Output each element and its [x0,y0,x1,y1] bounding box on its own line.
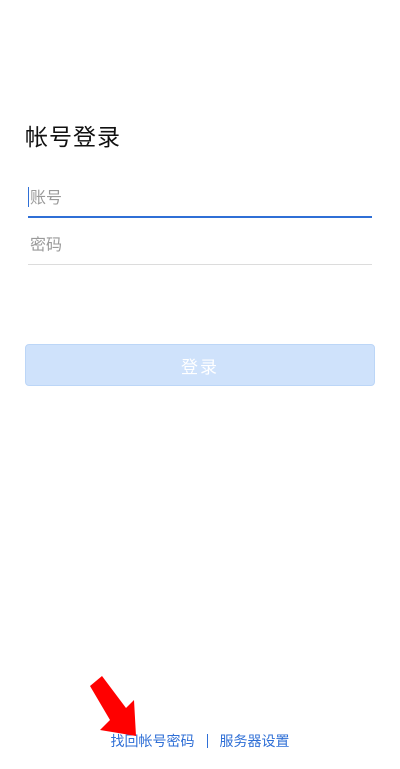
account-input[interactable] [28,177,372,217]
red-arrow-icon [90,676,136,736]
password-underline [28,264,372,265]
footer-links: 找回帐号密码 服务器设置 [0,730,400,752]
login-screen: 帐号登录 登录 找回帐号密码 服务器设置 [0,0,400,769]
footer-separator [206,734,208,748]
password-field[interactable] [28,224,372,265]
password-input[interactable] [28,224,372,264]
account-field[interactable] [28,177,372,218]
text-caret [28,187,29,207]
server-settings-link[interactable]: 服务器设置 [220,731,290,751]
page-title: 帐号登录 [25,125,121,151]
login-button[interactable]: 登录 [25,344,375,386]
account-underline [28,216,372,218]
